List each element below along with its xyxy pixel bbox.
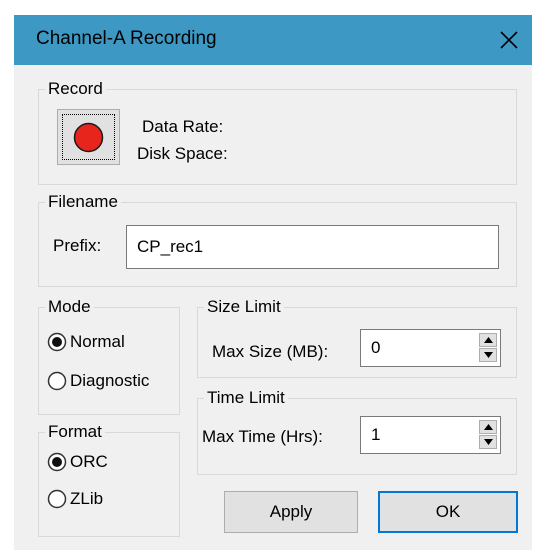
record-button[interactable] (57, 109, 120, 165)
mode-normal-label[interactable]: Normal (70, 331, 125, 353)
record-red-dot-icon (73, 122, 104, 153)
mode-group-label: Mode (45, 296, 94, 318)
format-zlib-radio[interactable] (47, 489, 67, 509)
radio-unselected-icon (47, 371, 67, 391)
prefix-input[interactable]: CP_rec1 (126, 225, 499, 269)
close-icon (500, 31, 518, 49)
max-size-label: Max Size (MB): (212, 342, 329, 361)
max-time-down-button[interactable] (479, 435, 497, 449)
data-rate-label: Data Rate: (142, 117, 224, 136)
ok-button[interactable]: OK (378, 491, 518, 533)
max-time-value: 1 (371, 425, 381, 444)
arrow-up-icon (484, 337, 493, 343)
radio-selected-icon (47, 332, 67, 352)
format-group: Format (38, 421, 180, 537)
format-orc-label[interactable]: ORC (70, 451, 108, 473)
record-group-label: Record (45, 78, 106, 100)
max-time-spinner[interactable]: 1 (360, 416, 501, 454)
filename-group-label: Filename (45, 191, 121, 213)
close-button[interactable] (486, 15, 532, 65)
mode-diagnostic-label[interactable]: Diagnostic (70, 370, 149, 392)
format-group-label: Format (45, 421, 105, 443)
format-zlib-label[interactable]: ZLib (70, 488, 103, 510)
max-size-up-button[interactable] (479, 333, 497, 347)
radio-selected-icon (47, 452, 67, 472)
arrow-up-icon (484, 424, 493, 430)
format-orc-radio[interactable] (47, 452, 67, 472)
max-size-spinner[interactable]: 0 (360, 329, 501, 367)
mode-normal-radio[interactable] (47, 332, 67, 352)
apply-button[interactable]: Apply (224, 491, 358, 533)
max-time-up-button[interactable] (479, 420, 497, 434)
title-bar[interactable]: Channel-A Recording (14, 15, 532, 65)
size-limit-group-label: Size Limit (204, 296, 284, 318)
window-title: Channel-A Recording (36, 28, 217, 49)
max-time-label: Max Time (Hrs): (202, 427, 323, 446)
disk-space-label: Disk Space: (137, 144, 228, 163)
mode-group: Mode (38, 296, 180, 415)
arrow-down-icon (484, 352, 493, 358)
max-size-down-button[interactable] (479, 348, 497, 362)
arrow-down-icon (484, 439, 493, 445)
max-size-value: 0 (371, 338, 381, 357)
recording-dialog: Channel-A Recording Record Data Rate: Di… (14, 15, 532, 550)
mode-diagnostic-radio[interactable] (47, 371, 67, 391)
prefix-label: Prefix: (53, 236, 102, 255)
time-limit-group-label: Time Limit (204, 387, 288, 409)
radio-unselected-icon (47, 489, 67, 509)
